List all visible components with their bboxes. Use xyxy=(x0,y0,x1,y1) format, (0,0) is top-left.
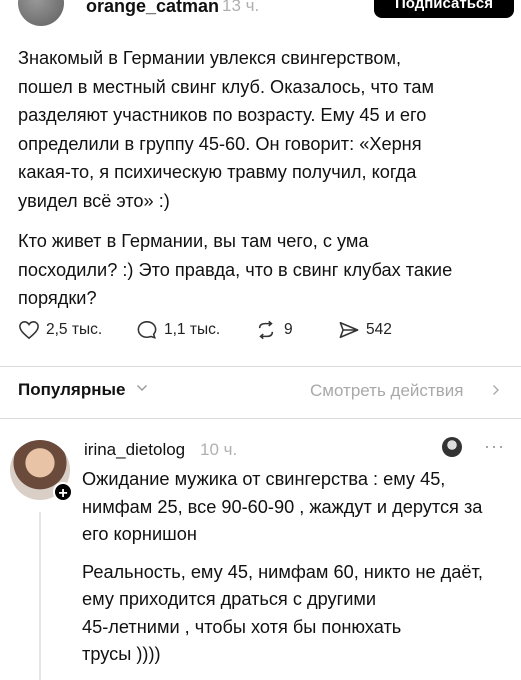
comment-body: Ожидание мужика от свингерства : ему 45,… xyxy=(82,466,512,669)
more-options-icon[interactable]: ··· xyxy=(484,436,505,457)
divider-top xyxy=(0,366,521,367)
likes-count: 2,5 тыс. xyxy=(46,321,103,338)
comment-paragraph-2: Реальность, ему 45, нимфам 60, никто не … xyxy=(82,561,483,665)
divider-bottom xyxy=(0,418,521,419)
thread-line xyxy=(39,512,41,680)
sort-popular-dropdown[interactable]: Популярные xyxy=(18,380,125,400)
reposts-count: 9 xyxy=(284,321,293,338)
post-paragraph-2: Кто живет в Германии, вы там чего, с ума… xyxy=(18,231,453,308)
like-button[interactable]: 2,5 тыс. xyxy=(18,320,102,340)
repost-button[interactable]: 9 xyxy=(254,320,293,340)
comment-author-username[interactable]: irina_dietolog xyxy=(84,440,185,460)
post-author-avatar[interactable] xyxy=(18,0,64,26)
comments-count: 1,1 тыс. xyxy=(164,321,221,338)
heart-icon xyxy=(19,321,39,340)
comment-time: 10 ч. xyxy=(200,440,238,459)
share-button[interactable]: 542 xyxy=(338,320,392,340)
follow-button[interactable]: Подписаться xyxy=(374,0,514,18)
post-header: orange_catman 13 ч. Подписаться xyxy=(0,0,521,26)
comment-paragraph-1: Ожидание мужика от свингерства : ему 45,… xyxy=(82,469,483,544)
chevron-right-icon[interactable] xyxy=(491,384,501,396)
post-author-username[interactable]: orange_catman xyxy=(86,0,219,17)
shares-count: 542 xyxy=(366,321,392,338)
repost-icon xyxy=(258,320,274,340)
post-body: Знакомый в Германии увлекся свингерством… xyxy=(18,44,508,313)
send-icon xyxy=(339,321,359,339)
post-paragraph-1: Знакомый в Германии увлекся свингерством… xyxy=(18,48,435,211)
chevron-down-icon[interactable] xyxy=(136,383,148,393)
comment-icon xyxy=(137,321,157,339)
post-time: 13 ч. xyxy=(222,0,260,15)
see-actions-link[interactable]: Смотреть действия xyxy=(310,381,463,401)
follow-plus-icon[interactable]: + xyxy=(53,482,73,502)
liked-by-avatar[interactable] xyxy=(442,437,462,457)
comment-button[interactable]: 1,1 тыс. xyxy=(136,320,220,340)
post-actions: 2,5 тыс. 1,1 тыс. 9 542 xyxy=(18,320,498,346)
